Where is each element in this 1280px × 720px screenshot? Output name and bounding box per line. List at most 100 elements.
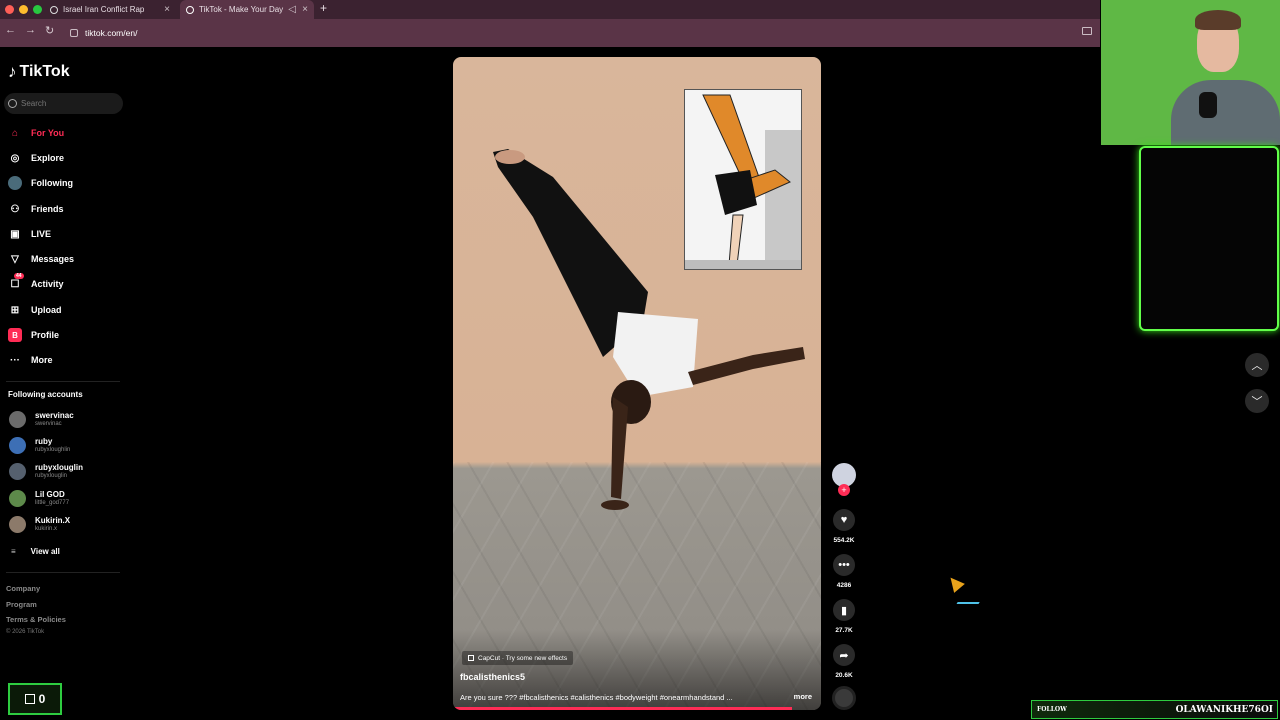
close-window-button[interactable] (5, 5, 14, 14)
browser-tab[interactable]: Israel Iran Conflict Rap × (44, 0, 176, 19)
video-progress-bar[interactable] (453, 707, 792, 710)
nav-upload[interactable]: ⊞ Upload (8, 301, 62, 319)
browser-tab-bar: Israel Iran Conflict Rap × TikTok - Make… (0, 0, 1100, 19)
messages-icon: ▽ (11, 253, 19, 265)
activity-badge: 44 (14, 273, 24, 279)
tab-title: Israel Iran Conflict Rap (63, 5, 145, 14)
nav-label: Following (31, 178, 73, 188)
chevron-down-icon: ﹀ (1251, 396, 1263, 408)
url-field[interactable]: tiktok.com/en/ (66, 24, 1066, 41)
follow-plus-icon[interactable]: + (838, 484, 850, 496)
share-action[interactable]: ➦ 20.6K (833, 644, 855, 679)
follower-name: OLAWANIKHE76OI (1175, 704, 1273, 715)
minimize-window-button[interactable] (19, 5, 28, 14)
footer-program-link[interactable]: Program (6, 600, 37, 609)
nav-label: Profile (31, 330, 60, 340)
reload-icon[interactable]: ↻ (45, 24, 54, 37)
account-name: Lil GOD (35, 490, 65, 499)
account-item[interactable]: ruby rubyxloughlin (9, 437, 70, 454)
bookmark-icon[interactable]: ▮ (833, 599, 855, 621)
profile-icon: B (8, 328, 22, 342)
account-name: swervinac (35, 411, 74, 420)
save-count: 27.7K (835, 627, 853, 634)
nav-label: Messages (31, 254, 75, 264)
previous-video-button[interactable]: ︿ (1245, 353, 1269, 377)
account-handle: rubyxloughlin (35, 447, 71, 453)
follow-alert-banner: FOLLOW OLAWANIKHE76OI (1031, 700, 1278, 719)
effect-label: CapCut · Try some new effects (478, 654, 568, 662)
avatar (9, 411, 26, 428)
account-item[interactable]: rubyxlouglin rubyxlouglin (9, 463, 83, 480)
heart-icon[interactable]: ♥ (833, 509, 855, 531)
video-player[interactable]: CapCut · Try some new effects fbcalisthe… (453, 57, 821, 710)
close-tab-icon[interactable]: × (302, 4, 308, 15)
comment-action[interactable]: ••• 4286 (833, 554, 855, 589)
tiktok-logo[interactable]: ♪ TikTok (8, 62, 70, 82)
live-icon: ▣ (10, 228, 20, 240)
account-handle: rubyxlouglin (35, 473, 68, 479)
account-name: ruby (35, 437, 53, 446)
maximize-window-button[interactable] (33, 5, 42, 14)
account-item[interactable]: Kukirin.X kukirin.x (9, 516, 70, 533)
share-icon[interactable]: ➦ (833, 644, 855, 666)
comment-icon[interactable]: ••• (833, 554, 855, 576)
nav-live[interactable]: ▣ LIVE (8, 225, 51, 243)
avatar (9, 516, 26, 533)
list-icon: ≡ (11, 547, 16, 556)
nav-profile[interactable]: B Profile (8, 326, 59, 344)
nav-label: Friends (31, 204, 64, 214)
streamer-body (1171, 80, 1280, 145)
account-handle: swervinac (35, 421, 62, 427)
address-bar: ← → ↻ tiktok.com/en/ (0, 19, 1100, 47)
search-input[interactable] (21, 99, 116, 108)
globe-icon (50, 5, 58, 14)
nav-label: Activity (31, 279, 64, 289)
browser-tab-active[interactable]: TikTok - Make Your Day ◁ × (180, 0, 314, 19)
site-info-icon[interactable] (70, 28, 78, 37)
view-all-link[interactable]: ≡ View all (11, 547, 60, 556)
nav-following[interactable]: Following (8, 174, 73, 192)
search-box[interactable] (4, 93, 123, 114)
nav-friends[interactable]: ⚇ Friends (8, 200, 64, 218)
footer-company-link[interactable]: Company (6, 584, 40, 593)
webcam-overlay (1101, 0, 1280, 145)
music-disc-icon[interactable] (832, 686, 856, 710)
back-arrow-icon[interactable]: ← (5, 24, 16, 36)
footer-terms-link[interactable]: Terms & Policies (6, 615, 66, 624)
follow-count: 0 (38, 692, 46, 706)
window-controls (5, 5, 42, 14)
url-text: tiktok.com/en/ (85, 27, 138, 38)
nav-label: Explore (31, 153, 65, 163)
effect-tag[interactable]: CapCut · Try some new effects (462, 651, 574, 665)
account-item[interactable]: swervinac swervinac (9, 411, 74, 428)
close-tab-icon[interactable]: × (164, 4, 170, 15)
nav-explore[interactable]: ◎ Explore (8, 149, 64, 167)
streamer-hair (1195, 10, 1241, 30)
tiktok-note-icon: ♪ (8, 62, 17, 81)
avatar (9, 437, 26, 454)
account-name: rubyxlouglin (35, 463, 83, 472)
account-handle: kukirin.x (35, 526, 58, 532)
square-icon (24, 694, 35, 704)
forward-arrow-icon[interactable]: → (25, 24, 36, 36)
account-item[interactable]: Lil GOD little_god777 (9, 490, 69, 507)
speaker-icon[interactable]: ◁ (288, 4, 296, 15)
nav-label: More (31, 355, 53, 365)
next-video-button[interactable]: ﹀ (1245, 389, 1269, 413)
following-accounts-title: Following accounts (8, 390, 83, 399)
nav-more[interactable]: ··· More (8, 351, 53, 369)
video-author[interactable]: fbcalisthenics5 (460, 672, 525, 682)
like-action[interactable]: ♥ 554.2K (833, 509, 855, 544)
nav-activity[interactable]: ☐ 44 Activity (8, 273, 64, 293)
avatar (9, 490, 26, 507)
cast-icon[interactable] (1082, 27, 1092, 35)
nav-for-you[interactable]: ⌂ For You (8, 124, 64, 142)
nav-messages[interactable]: ▽ Messages (8, 250, 74, 268)
nav-label: For You (31, 128, 65, 138)
like-count: 554.2K (833, 537, 855, 544)
save-action[interactable]: ▮ 27.7K (833, 599, 855, 634)
new-tab-button[interactable]: + (320, 1, 327, 15)
microphone (1199, 92, 1217, 118)
caption-more-link[interactable]: more (794, 692, 812, 701)
search-icon (8, 99, 17, 108)
